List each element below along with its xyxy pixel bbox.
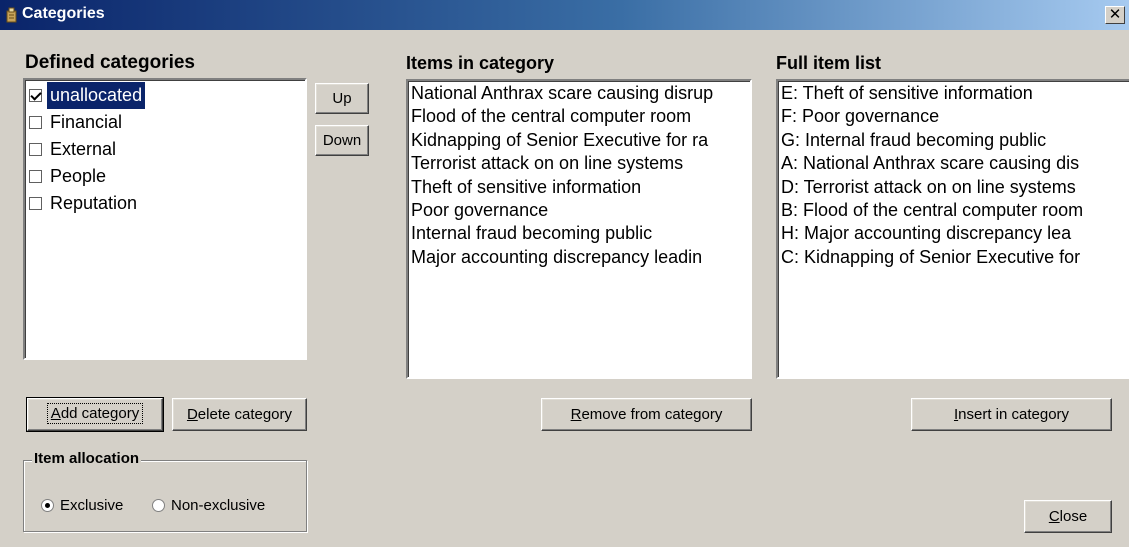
delete-category-button[interactable]: Delete category bbox=[172, 398, 307, 431]
down-button[interactable]: Down bbox=[315, 125, 369, 156]
delete-category-label: elete category bbox=[197, 406, 293, 423]
up-button[interactable]: Up bbox=[315, 83, 369, 114]
add-category-button[interactable]: Add category bbox=[26, 397, 164, 432]
remove-mnemonic: R bbox=[570, 406, 582, 423]
category-label: unallocated bbox=[47, 82, 146, 109]
window-title: Categories bbox=[22, 5, 105, 22]
category-item-unallocated[interactable]: unallocated bbox=[25, 82, 305, 109]
category-label: Reputation bbox=[50, 193, 138, 213]
items-in-category-list[interactable]: National Anthrax scare causing disrup Fl… bbox=[406, 79, 752, 379]
add-category-label: dd category bbox=[60, 405, 140, 422]
add-category-mnemonic: A bbox=[50, 405, 61, 422]
category-label: Financial bbox=[50, 112, 123, 132]
remove-label: emove from category bbox=[581, 406, 723, 423]
radio-selected-icon[interactable] bbox=[41, 499, 54, 512]
category-item-people[interactable]: People bbox=[25, 163, 305, 190]
close-button[interactable]: Close bbox=[1024, 500, 1112, 533]
title-bar: Categories ✕ bbox=[0, 0, 1129, 30]
list-item[interactable]: G: Internal fraud becoming public bbox=[778, 129, 1129, 152]
close-mnemonic: C bbox=[1048, 508, 1060, 525]
list-item[interactable]: Poor governance bbox=[408, 199, 750, 222]
non-exclusive-option[interactable]: Non-exclusive bbox=[152, 497, 265, 514]
list-item[interactable]: Internal fraud becoming public bbox=[408, 222, 750, 245]
list-item[interactable]: C: Kidnapping of Senior Executive for bbox=[778, 246, 1129, 269]
category-item-external[interactable]: External bbox=[25, 136, 305, 163]
list-item[interactable]: Theft of sensitive information bbox=[408, 176, 750, 199]
defined-categories-list[interactable]: unallocated Financial External People Re… bbox=[23, 78, 307, 360]
checkbox-icon[interactable] bbox=[29, 116, 42, 129]
close-label: lose bbox=[1059, 508, 1088, 525]
delete-category-mnemonic: D bbox=[186, 406, 198, 423]
insert-label: nsert in category bbox=[958, 406, 1070, 423]
exclusive-option[interactable]: Exclusive bbox=[41, 497, 123, 514]
list-item[interactable]: Kidnapping of Senior Executive for ra bbox=[408, 129, 750, 152]
list-item[interactable]: Terrorist attack on on line systems bbox=[408, 152, 750, 175]
close-window-icon[interactable]: ✕ bbox=[1105, 6, 1125, 24]
list-item[interactable]: H: Major accounting discrepancy lea bbox=[778, 222, 1129, 245]
item-allocation-group: Item allocation Exclusive Non-exclusive bbox=[23, 450, 307, 532]
exclusive-label: Exclusive bbox=[60, 497, 124, 514]
full-item-list-heading: Full item list bbox=[776, 53, 882, 73]
category-item-reputation[interactable]: Reputation bbox=[25, 190, 305, 217]
list-item[interactable]: A: National Anthrax scare causing dis bbox=[778, 152, 1129, 175]
checkbox-icon[interactable] bbox=[29, 143, 42, 156]
list-item[interactable]: B: Flood of the central computer room bbox=[778, 199, 1129, 222]
category-label: External bbox=[50, 139, 117, 159]
non-exclusive-label: Non-exclusive bbox=[171, 497, 266, 514]
checkbox-icon[interactable] bbox=[29, 89, 42, 102]
radio-unselected-icon[interactable] bbox=[152, 499, 165, 512]
remove-from-category-button[interactable]: Remove from category bbox=[541, 398, 752, 431]
defined-categories-heading: Defined categories bbox=[25, 52, 195, 73]
list-item[interactable]: Major accounting discrepancy leadin bbox=[408, 246, 750, 269]
checkbox-icon[interactable] bbox=[29, 197, 42, 210]
items-in-category-heading: Items in category bbox=[406, 53, 555, 73]
full-item-list[interactable]: E: Theft of sensitive information F: Poo… bbox=[776, 79, 1129, 379]
list-item[interactable]: E: Theft of sensitive information bbox=[778, 82, 1129, 105]
list-item[interactable]: Flood of the central computer room bbox=[408, 105, 750, 128]
category-item-financial[interactable]: Financial bbox=[25, 109, 305, 136]
list-item[interactable]: National Anthrax scare causing disrup bbox=[408, 82, 750, 105]
app-icon bbox=[6, 7, 17, 23]
item-allocation-legend: Item allocation bbox=[32, 450, 142, 467]
insert-in-category-button[interactable]: Insert in category bbox=[911, 398, 1112, 431]
category-label: People bbox=[50, 166, 107, 186]
list-item[interactable]: F: Poor governance bbox=[778, 105, 1129, 128]
checkbox-icon[interactable] bbox=[29, 170, 42, 183]
list-item[interactable]: D: Terrorist attack on on line systems bbox=[778, 176, 1129, 199]
